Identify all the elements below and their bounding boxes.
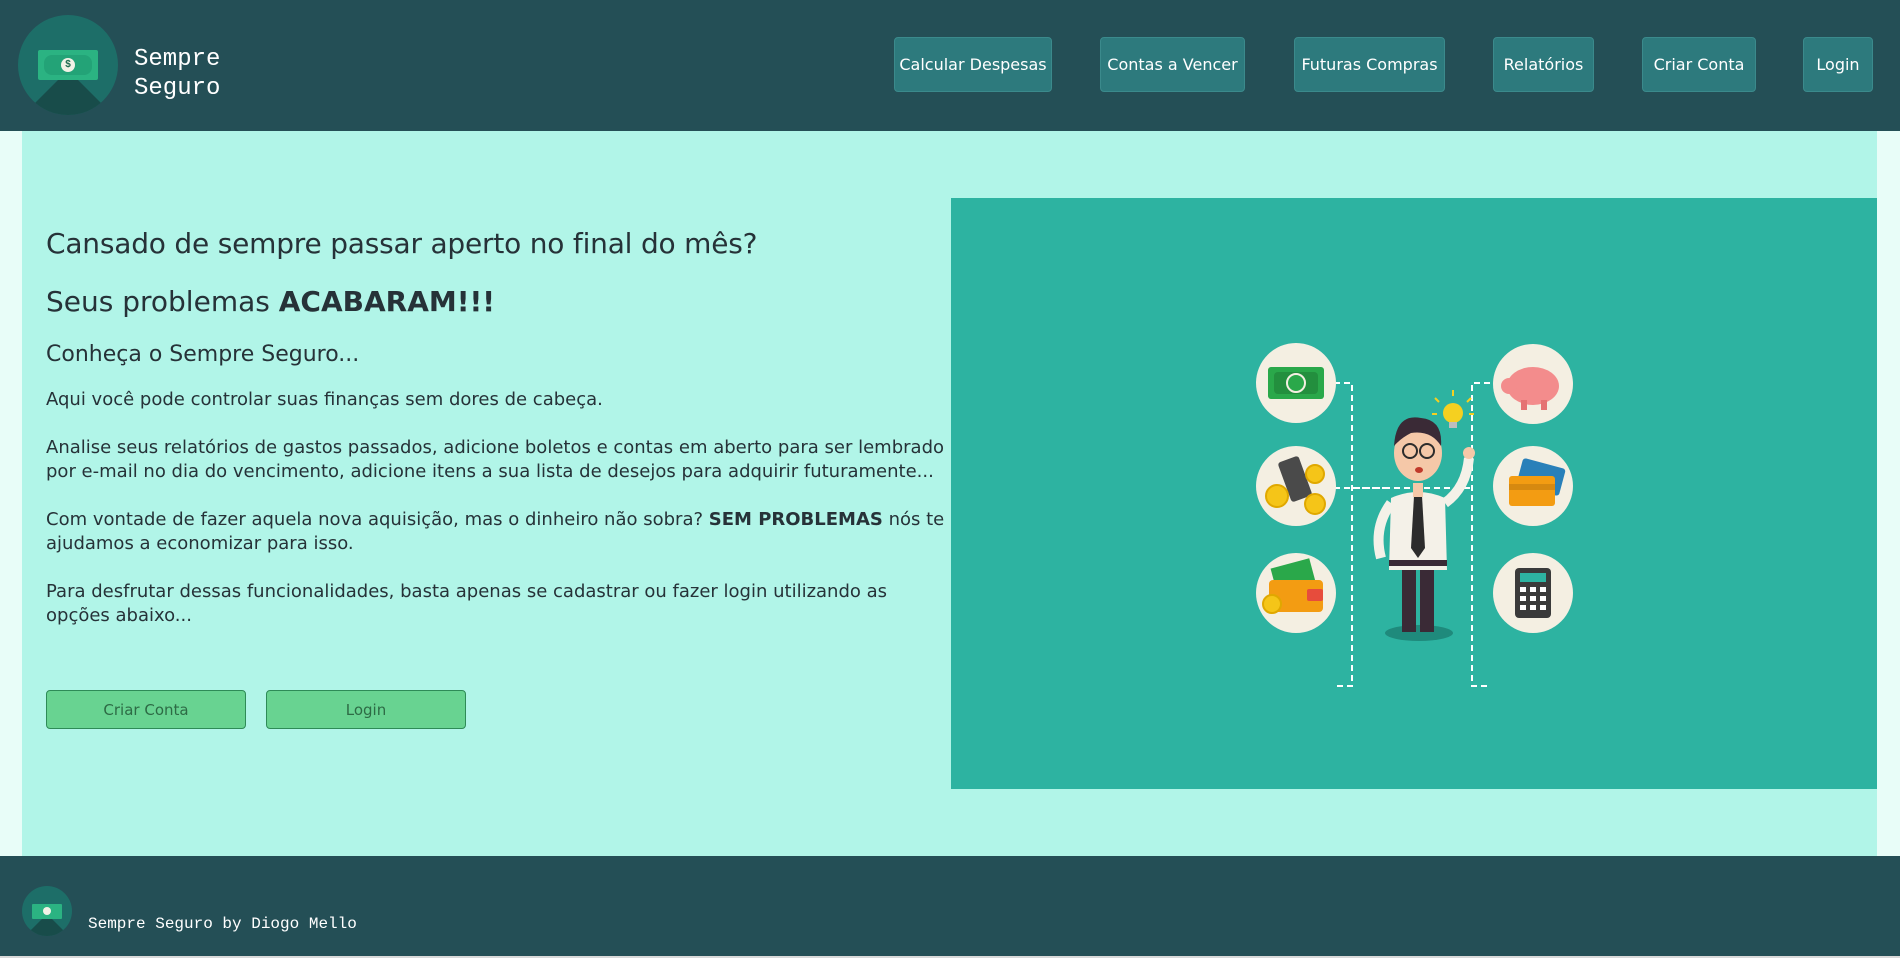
hero-illustration — [951, 198, 1877, 789]
paragraph-3-bold: SEM PROBLEMAS — [708, 509, 883, 530]
paragraph-2: Analise seus relatórios de gastos passad… — [46, 437, 945, 482]
nav-criar-conta-button[interactable]: Criar Conta — [1642, 37, 1756, 92]
credit-cards-icon — [1493, 446, 1573, 526]
phone-coins-icon — [1256, 446, 1336, 526]
brand-line-1: Sempre — [134, 46, 221, 73]
finance-man-illustration — [1256, 343, 1573, 687]
criar-conta-button[interactable]: Criar Conta — [46, 690, 246, 729]
paragraph-3: Com vontade de fazer aquela nova aquisiç… — [46, 508, 956, 556]
wallet-icon — [1256, 553, 1336, 633]
nav-relatorios-button[interactable]: Relatórios — [1493, 37, 1594, 92]
main-content: Cansado de sempre passar aperto no final… — [22, 131, 1877, 856]
money-logo-icon[interactable]: $ — [18, 15, 118, 115]
nav-contas-a-vencer-button[interactable]: Contas a Vencer — [1100, 37, 1245, 92]
footer-money-logo-icon — [22, 886, 72, 936]
paragraph-1: Aqui você pode controlar suas finanças s… — [46, 389, 603, 410]
piggy-bank-icon — [1493, 344, 1573, 424]
brand-line-2: Seguro — [134, 75, 221, 102]
calculator-icon — [1493, 553, 1573, 633]
businessman-figure — [1373, 417, 1475, 641]
headline: Seus problemas ACABARAM!!! — [46, 284, 956, 320]
footer-credit: Sempre Seguro by Diogo Mello — [88, 915, 357, 933]
login-button[interactable]: Login — [266, 690, 466, 729]
nav-calcular-despesas-button[interactable]: Calcular Despesas — [894, 37, 1052, 92]
sub-heading: Conheça o Sempre Seguro... — [46, 342, 360, 367]
nav-futuras-compras-button[interactable]: Futuras Compras — [1294, 37, 1445, 92]
headline-prefix: Seus problemas — [46, 285, 279, 318]
intro-text: Cansado de sempre passar aperto no final… — [46, 226, 956, 652]
nav-login-button[interactable]: Login — [1803, 37, 1873, 92]
headline-bold: ACABARAM!!! — [278, 285, 496, 318]
site-header: $ Sempre Seguro Calcular Despesas Contas… — [0, 0, 1900, 131]
lightbulb-icon — [1432, 390, 1474, 428]
site-footer: Sempre Seguro by Diogo Mello — [0, 856, 1900, 958]
money-bill-icon — [1256, 343, 1336, 423]
paragraph-4: Para desfrutar dessas funcionalidades, b… — [46, 581, 888, 626]
lead-heading: Cansado de sempre passar aperto no final… — [46, 227, 758, 260]
brand-name[interactable]: Sempre Seguro — [134, 45, 254, 103]
paragraph-3-prefix: Com vontade de fazer aquela nova aquisiç… — [46, 509, 709, 530]
